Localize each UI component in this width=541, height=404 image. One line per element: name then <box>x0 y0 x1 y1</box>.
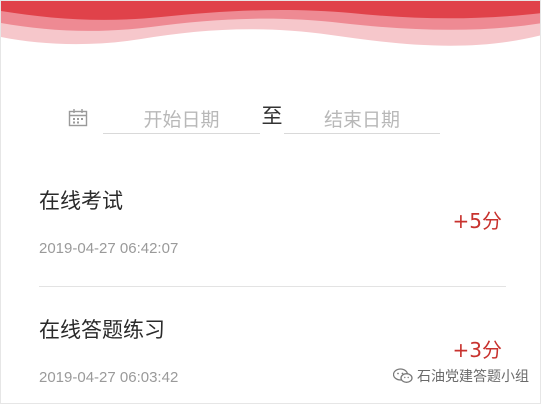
record-points: +5分 <box>452 209 502 233</box>
points-history-screen: 开始日期 至 结束日期 在线考试 2019-04-27 06:42:07 +5分… <box>0 0 541 404</box>
record-title: 在线考试 <box>39 189 123 213</box>
calendar-icon[interactable] <box>68 108 88 128</box>
record-time: 2019-04-27 06:03:42 <box>39 369 179 386</box>
list-divider <box>39 286 506 287</box>
watermark: 石油党建答题小组 <box>392 365 529 387</box>
list-item: 在线答题练习 2019-04-27 06:03:42 +3分 <box>1 306 540 403</box>
end-date-field[interactable]: 结束日期 <box>284 99 440 134</box>
record-points: +3分 <box>452 338 502 362</box>
header-banner <box>1 1 540 61</box>
record-title: 在线答题练习 <box>39 318 165 342</box>
date-range-separator: 至 <box>261 104 283 128</box>
start-date-field[interactable]: 开始日期 <box>103 99 260 134</box>
list-item: 在线考试 2019-04-27 06:42:07 +5分 <box>1 177 540 277</box>
watermark-text: 石油党建答题小组 <box>417 369 529 385</box>
record-time: 2019-04-27 06:42:07 <box>39 240 179 257</box>
date-range-filter: 开始日期 至 结束日期 <box>1 99 540 139</box>
wechat-icon <box>392 368 413 384</box>
